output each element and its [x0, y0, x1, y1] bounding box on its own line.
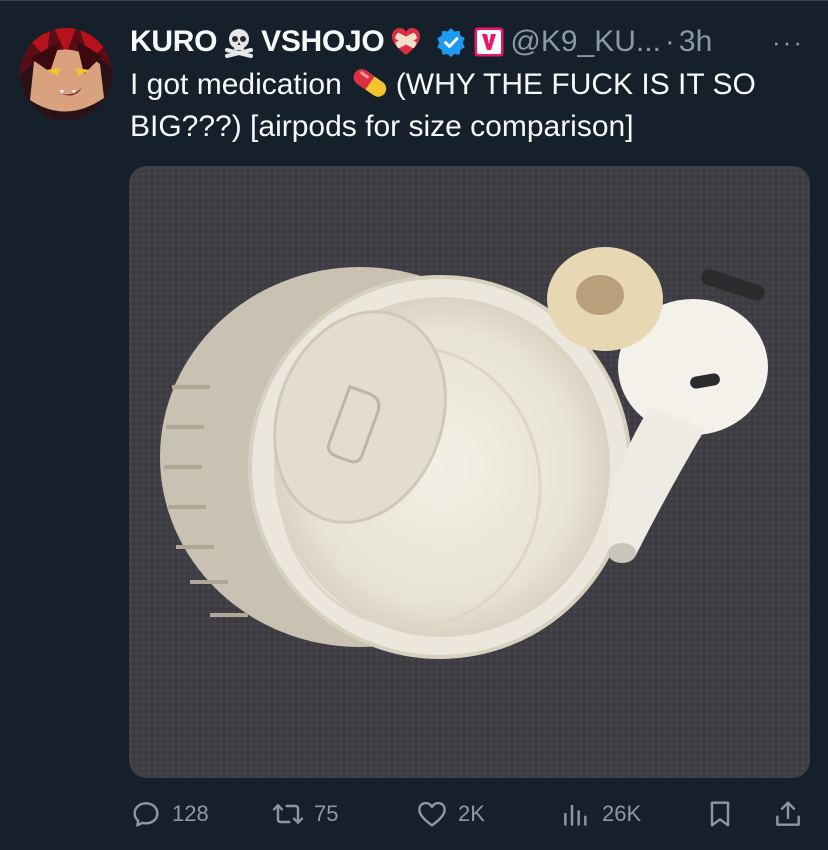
tweet-text-part1: I got medication	[130, 68, 342, 101]
views-count: 26K	[602, 801, 642, 826]
tweet-text: I got medication (WHY THE FUCK IS IT SO …	[130, 64, 810, 148]
share-icon	[776, 801, 800, 826]
avatar[interactable]	[20, 28, 112, 120]
repost-button[interactable]: 75	[272, 794, 338, 834]
bookmark-icon	[710, 801, 730, 827]
views-button[interactable]: 26K	[560, 794, 641, 834]
tweet-actions: 128 75 2K 26K	[130, 794, 810, 834]
vshojo-affiliate-badge-icon[interactable]	[474, 27, 504, 57]
verified-badge-icon[interactable]	[436, 27, 466, 57]
media-photo	[130, 167, 809, 777]
like-button[interactable]: 2K	[416, 794, 485, 834]
views-icon	[564, 804, 587, 826]
share-button[interactable]	[772, 794, 814, 834]
like-count: 2K	[458, 801, 485, 826]
display-name-suffix[interactable]: VSHOJO	[261, 24, 385, 60]
mending-heart-icon	[392, 28, 421, 55]
handle[interactable]: @K9_KU...	[510, 24, 661, 60]
separator: ·	[664, 25, 675, 58]
reply-count: 128	[172, 801, 209, 826]
display-name[interactable]: KURO	[130, 24, 217, 60]
more-options-icon[interactable]: ···	[772, 24, 804, 60]
avatar-image	[20, 28, 112, 120]
tweet-media[interactable]	[129, 166, 810, 778]
pill-icon	[353, 69, 386, 97]
repost-icon	[272, 804, 304, 824]
like-icon	[418, 801, 446, 827]
tweet-header: KURO VSHOJO @K9_KU... · 3h ···	[130, 24, 808, 60]
repost-count: 75	[314, 801, 339, 826]
reply-button[interactable]: 128	[130, 794, 209, 834]
tweet[interactable]: KURO VSHOJO @K9_KU... · 3h ··· I got med…	[0, 0, 828, 850]
reply-icon	[133, 802, 159, 827]
skull-crossbones-icon	[225, 29, 254, 58]
timestamp[interactable]: 3h	[679, 24, 712, 60]
bookmark-button[interactable]	[704, 794, 746, 834]
